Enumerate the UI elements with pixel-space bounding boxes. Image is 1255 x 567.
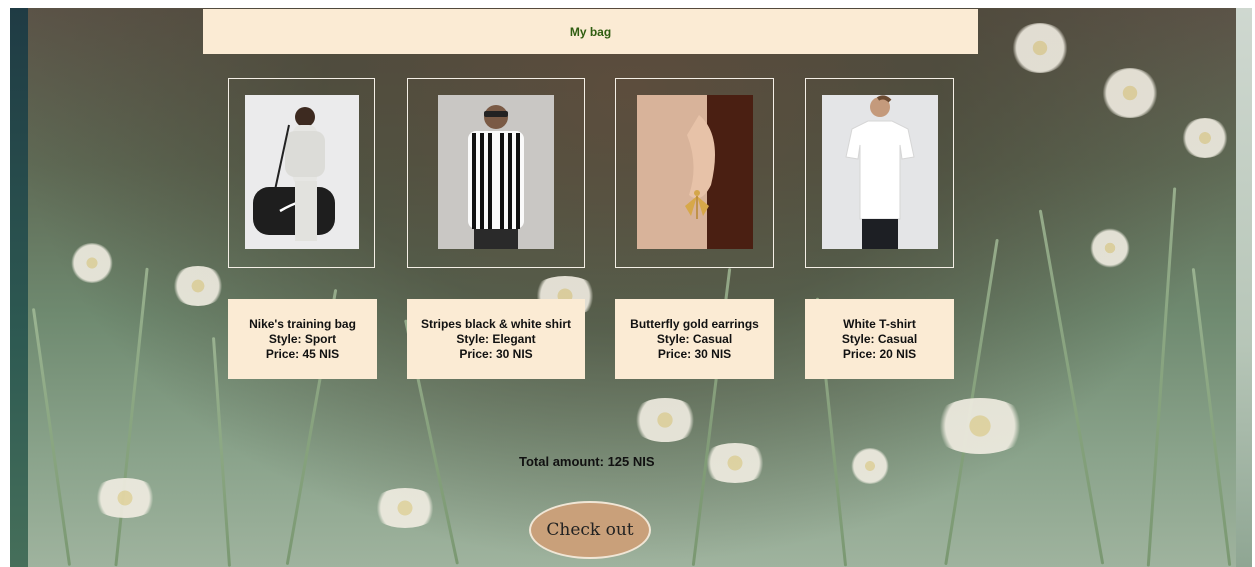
daisy-flower — [930, 398, 1030, 454]
product-title: White T-shirt — [843, 316, 916, 331]
product-image — [822, 95, 938, 249]
product-info-box: White T-shirt Style: Casual Price: 20 NI… — [805, 299, 954, 379]
product-card-frame[interactable] — [407, 78, 585, 268]
grass-blade — [1146, 187, 1177, 567]
butterfly-earring-photo-icon — [637, 95, 753, 249]
checkout-button[interactable]: Check out — [529, 501, 651, 559]
product-price: Price: 20 NIS — [842, 346, 917, 361]
daisy-flower — [630, 398, 700, 442]
product-info-box: Nike's training bag Style: Sport Price: … — [228, 299, 377, 379]
product-title: Butterfly gold earrings — [630, 316, 759, 331]
product-price: Price: 45 NIS — [265, 346, 340, 361]
grass-blade — [1191, 267, 1232, 567]
product-style: Style: Casual — [656, 331, 733, 346]
background-edge-left — [10, 8, 28, 567]
bag-header: My bag — [203, 9, 978, 54]
grass-blade — [31, 308, 72, 566]
page-title: My bag — [569, 24, 612, 39]
white-tshirt-photo-icon — [822, 95, 938, 249]
background-edge-right — [1236, 8, 1252, 567]
duffel-bag-photo-icon — [245, 95, 359, 249]
striped-shirt-photo-icon — [438, 95, 554, 249]
grass-blade — [114, 267, 149, 567]
product-card-frame[interactable] — [805, 78, 954, 268]
daisy-flower — [700, 443, 770, 483]
product-style: Style: Casual — [841, 331, 918, 346]
total-amount: Total amount: 125 NIS — [519, 454, 655, 469]
daisy-flower — [90, 478, 160, 518]
product-style: Style: Elegant — [456, 331, 536, 346]
product-image — [245, 95, 359, 249]
product-image — [637, 95, 753, 249]
product-title: Stripes black & white shirt — [420, 316, 572, 331]
daisy-flower — [1090, 228, 1130, 268]
product-price: Price: 30 NIS — [459, 346, 533, 361]
product-card-frame[interactable] — [228, 78, 375, 268]
product-style: Style: Sport — [268, 331, 337, 346]
product-info-box: Stripes black & white shirt Style: Elega… — [407, 299, 585, 379]
daisy-flower — [1100, 68, 1160, 118]
daisy-flower — [850, 448, 890, 484]
product-info-box: Butterfly gold earrings Style: Casual Pr… — [615, 299, 774, 379]
daisy-flower — [1180, 118, 1230, 158]
product-card-frame[interactable] — [615, 78, 774, 268]
daisy-flower — [1010, 23, 1070, 73]
grass-blade — [1038, 209, 1105, 565]
daisy-flower — [170, 266, 226, 306]
daisy-flower — [370, 488, 440, 528]
product-image — [438, 95, 554, 249]
daisy-flower — [70, 243, 114, 283]
product-title: Nike's training bag — [249, 316, 356, 331]
product-price: Price: 30 NIS — [657, 346, 732, 361]
